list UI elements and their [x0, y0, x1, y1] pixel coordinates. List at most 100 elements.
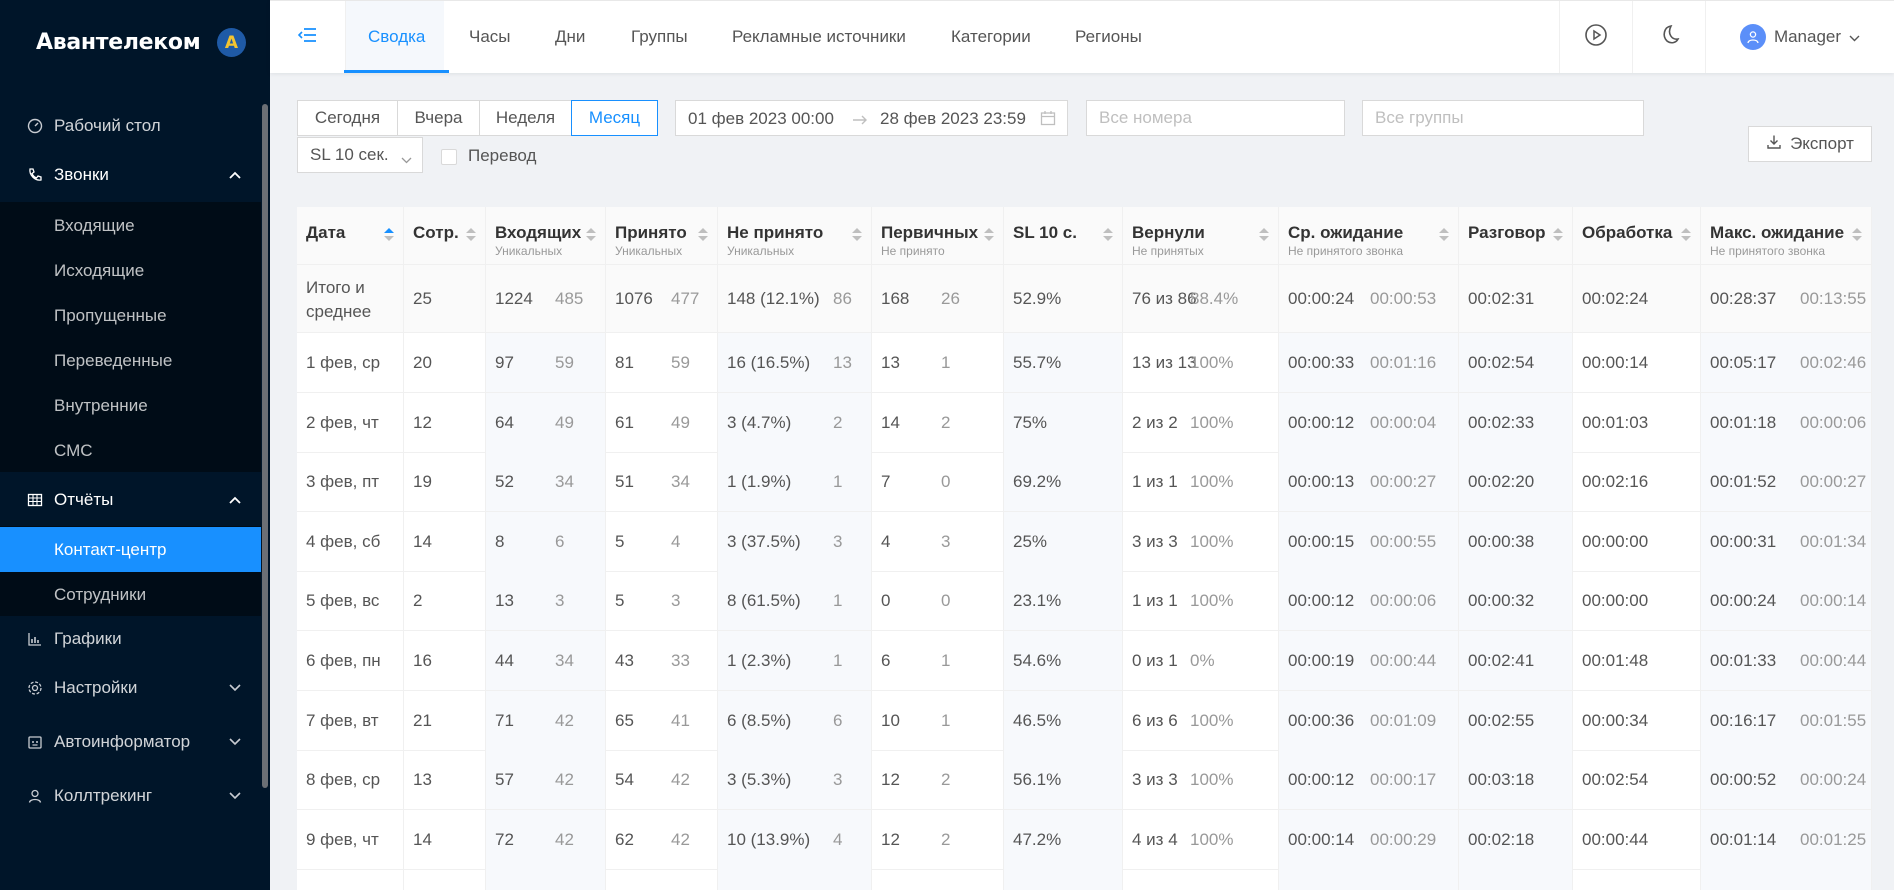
column-header-sl[interactable]: SL 10 с.	[1004, 207, 1123, 265]
sort-icon[interactable]	[1553, 226, 1563, 244]
sidebar-sub-sms[interactable]: СМС	[0, 428, 261, 473]
table-row: 7 фев, вт 21 71 42 65 41 6 (8.5%) 6 10 1 46.5% 6 из…	[297, 690, 1872, 751]
cell-employees: 13	[404, 750, 486, 810]
sidebar-sub-employees[interactable]: Сотрудники	[0, 572, 261, 617]
sidebar-item-autoinformer[interactable]: Автоинформатор	[0, 719, 261, 764]
sort-icon[interactable]	[466, 226, 476, 244]
cell-talk: 00:00:38	[1459, 511, 1573, 571]
cell-avg-wait: 00:00:12 00:00:17	[1279, 750, 1459, 810]
cell-incoming: 72 42	[486, 809, 606, 869]
cell-value: 21	[413, 710, 432, 730]
numbers-select[interactable]: Все номера	[1086, 100, 1345, 136]
cell-secondary-value: 100%	[1190, 710, 1234, 730]
sidebar-sub-contact-center[interactable]: Контакт-центр	[0, 527, 261, 572]
column-header-employees[interactable]: Сотр.	[404, 207, 486, 265]
cell-value: 00:00:13	[1288, 472, 1355, 492]
sl-select[interactable]: SL 10 сек.	[297, 137, 423, 173]
column-header-date[interactable]: Дата	[297, 207, 404, 265]
table-row: 4 фев, сб 14 8 6 5 4 3 (37.5%) 3 4 3 25% 3 из 3 100%…	[297, 511, 1872, 572]
sort-icon[interactable]	[1259, 226, 1269, 244]
sidebar-sub-missed[interactable]: Пропущенные	[0, 293, 261, 338]
sort-icon[interactable]	[852, 226, 862, 244]
cell-max-wait: 00:16:17 00:01:55	[1701, 690, 1872, 750]
sort-icon[interactable]	[384, 226, 394, 244]
tab-summary[interactable]: Сводка	[343, 1, 450, 73]
sidebar-item-charts[interactable]: Графики	[0, 616, 261, 661]
cell-sl: 69.2%	[1004, 452, 1123, 512]
calendar-icon	[1040, 110, 1056, 131]
date-from[interactable]: 01 фев 2023 00:00	[688, 109, 834, 129]
export-button[interactable]: Экспорт	[1748, 126, 1872, 162]
tab-regions[interactable]: Регионы	[1075, 1, 1142, 73]
date-range-picker[interactable]: 01 фев 2023 00:00 28 фев 2023 23:59	[675, 100, 1068, 136]
cell-processing: 00:00:00	[1573, 571, 1701, 631]
user-menu[interactable]: Manager	[1706, 1, 1894, 73]
cell-returned: 2 из 2 100%	[1123, 392, 1279, 452]
column-header-processing[interactable]: Обработка	[1573, 207, 1701, 265]
groups-select[interactable]: Все группы	[1362, 100, 1644, 136]
sidebar-sub-transferred[interactable]: Переведенные	[0, 338, 261, 383]
period-week-button[interactable]: Неделя	[479, 100, 572, 136]
cell-secondary-value: 100%	[1190, 829, 1234, 849]
period-today-button[interactable]: Сегодня	[297, 100, 398, 136]
sidebar-sub-internal[interactable]: Внутренние	[0, 383, 261, 428]
tab-groups[interactable]: Группы	[631, 1, 688, 73]
column-header-missed[interactable]: Не принято Уникальных	[718, 207, 872, 265]
sidebar-item-reports[interactable]: Отчёты	[0, 477, 261, 522]
column-header-talk[interactable]: Разговор	[1459, 207, 1573, 265]
column-header-incoming[interactable]: Входящих Уникальных	[486, 207, 606, 265]
cell-employees: 12	[404, 392, 486, 452]
cell-value: 3 (4.7%)	[727, 412, 792, 432]
sort-icon[interactable]	[1681, 226, 1691, 244]
sidebar-sub-incoming[interactable]: Входящие	[0, 203, 261, 248]
sort-icon[interactable]	[1439, 226, 1449, 244]
table-row: 2 фев, чт 12 64 49 61 49 3 (4.7%) 2 14 2 75% 2 из 2…	[297, 392, 1872, 453]
cell-employees: 25	[404, 265, 486, 332]
period-month-button[interactable]: Месяц	[571, 100, 658, 136]
sidebar-item-calls[interactable]: Звонки	[0, 152, 261, 197]
transfer-checkbox[interactable]	[441, 149, 457, 165]
cell-missed: 3 (5.3%) 3	[718, 750, 872, 810]
sort-icon[interactable]	[1103, 226, 1113, 244]
sidebar-item-settings[interactable]: Настройки	[0, 665, 261, 710]
avatar	[1739, 24, 1766, 50]
tab-ad-sources[interactable]: Рекламные источники	[732, 1, 906, 73]
sort-icon[interactable]	[698, 226, 708, 244]
menu-toggle-button[interactable]	[270, 1, 346, 73]
sort-icon[interactable]	[1852, 226, 1862, 244]
column-header-max-wait[interactable]: Макс. ожидание Не принятого звонка	[1701, 207, 1872, 265]
sort-icon[interactable]	[984, 226, 994, 244]
sidebar-item-calltracking[interactable]: Коллтрекинг	[0, 773, 261, 818]
cell-missed: 1 (1.9%) 1	[718, 452, 872, 512]
cell-value: 5	[615, 531, 625, 551]
sidebar-sub-outgoing[interactable]: Исходящие	[0, 248, 261, 293]
column-header-primary[interactable]: Первичных Не принято	[872, 207, 1004, 265]
sort-icon[interactable]	[586, 226, 596, 244]
cell-processing	[1573, 869, 1701, 890]
column-title: Вернули	[1132, 223, 1205, 242]
column-header-returned[interactable]: Вернули Не принятых	[1123, 207, 1279, 265]
cell-missed: 6 (8.5%) 6	[718, 690, 872, 750]
export-label: Экспорт	[1790, 134, 1854, 153]
period-yesterday-button[interactable]: Вчера	[397, 100, 480, 136]
cell-sl: 25%	[1004, 511, 1123, 571]
sidebar-item-dashboard[interactable]: Рабочий стол	[0, 103, 261, 148]
column-header-accepted[interactable]: Принято Уникальных	[606, 207, 718, 265]
column-title: Разговор	[1468, 223, 1546, 242]
cell-processing: 00:02:24	[1573, 265, 1701, 332]
cell-value: 61	[615, 412, 634, 432]
column-header-avg-wait[interactable]: Ср. ожидание Не принятого звонка	[1279, 207, 1459, 265]
tab-hours[interactable]: Часы	[469, 1, 511, 73]
cell-value: 00:03:18	[1468, 770, 1535, 790]
sidebar-scrollbar[interactable]	[262, 104, 268, 788]
menu-fold-icon	[297, 26, 318, 49]
play-button[interactable]	[1560, 1, 1632, 73]
tab-categories[interactable]: Категории	[951, 1, 1031, 73]
tab-days[interactable]: Дни	[555, 1, 585, 73]
theme-toggle-button[interactable]	[1633, 1, 1705, 73]
date-to[interactable]: 28 фев 2023 23:59	[880, 109, 1026, 129]
cell-value: 00:01:48	[1582, 651, 1649, 670]
cell-accepted	[606, 869, 718, 890]
cell-sl: 47.2%	[1004, 809, 1123, 869]
cell-value: 00:00:31	[1710, 531, 1777, 551]
